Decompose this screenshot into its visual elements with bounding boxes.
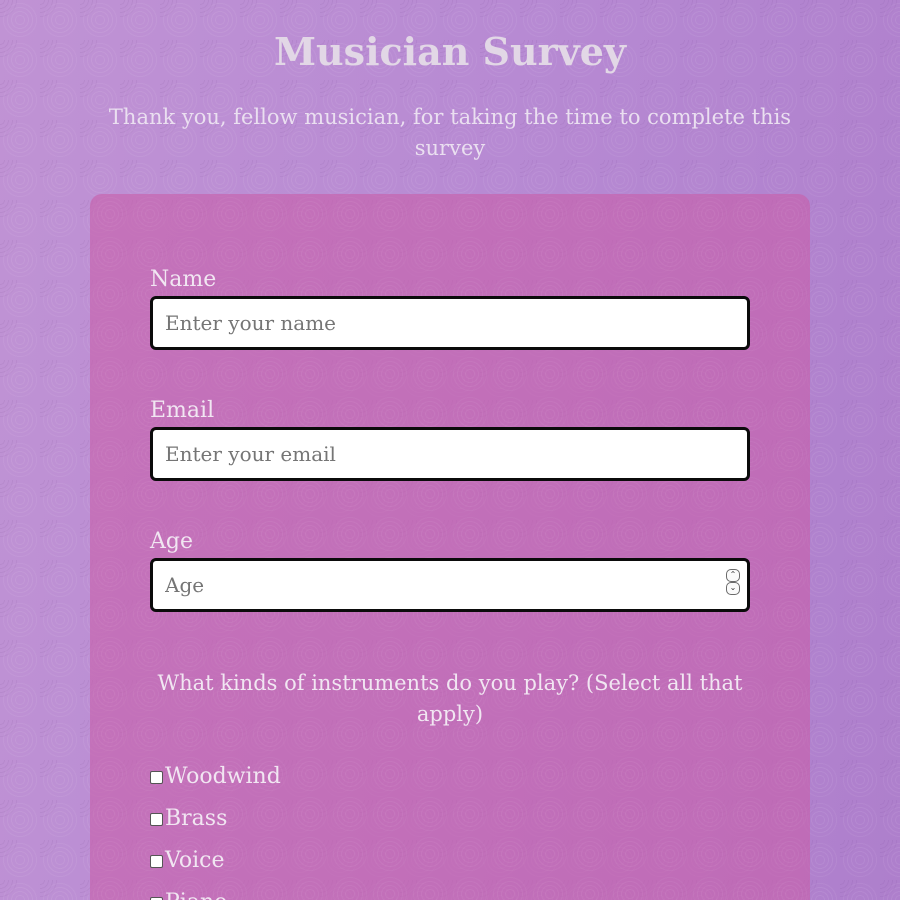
brass-checkbox[interactable] <box>150 812 163 826</box>
voice-label: Voice <box>165 848 225 873</box>
instrument-option-piano[interactable]: Piano <box>150 888 227 900</box>
woodwind-label: Woodwind <box>165 764 281 789</box>
email-label: Email <box>150 398 215 423</box>
instrument-option-woodwind[interactable]: Woodwind <box>150 762 281 792</box>
instrument-option-voice[interactable]: Voice <box>150 846 225 876</box>
page-title: Musician Survey <box>273 29 626 74</box>
name-label: Name <box>150 267 217 292</box>
chevron-down-icon[interactable]: ⌄ <box>726 582 740 595</box>
instruments-question: What kinds of instruments do you play? (… <box>157 671 743 726</box>
age-input[interactable] <box>150 558 750 612</box>
piano-checkbox[interactable] <box>150 896 163 900</box>
survey-form: Name Email Age ⌃ ⌄ What kinds of instrum… <box>90 194 810 900</box>
voice-checkbox[interactable] <box>150 854 163 868</box>
age-spinner[interactable]: ⌃ ⌄ <box>726 569 740 595</box>
chevron-up-icon[interactable]: ⌃ <box>726 569 740 582</box>
piano-label: Piano <box>165 888 227 900</box>
woodwind-checkbox[interactable] <box>150 770 163 784</box>
survey-description: Thank you, fellow musician, for taking t… <box>108 105 792 160</box>
email-input[interactable] <box>150 427 750 481</box>
age-field: ⌃ ⌄ <box>150 558 750 612</box>
age-label: Age <box>150 529 193 554</box>
name-input[interactable] <box>150 296 750 350</box>
instrument-option-brass[interactable]: Brass <box>150 804 227 834</box>
brass-label: Brass <box>165 806 228 831</box>
